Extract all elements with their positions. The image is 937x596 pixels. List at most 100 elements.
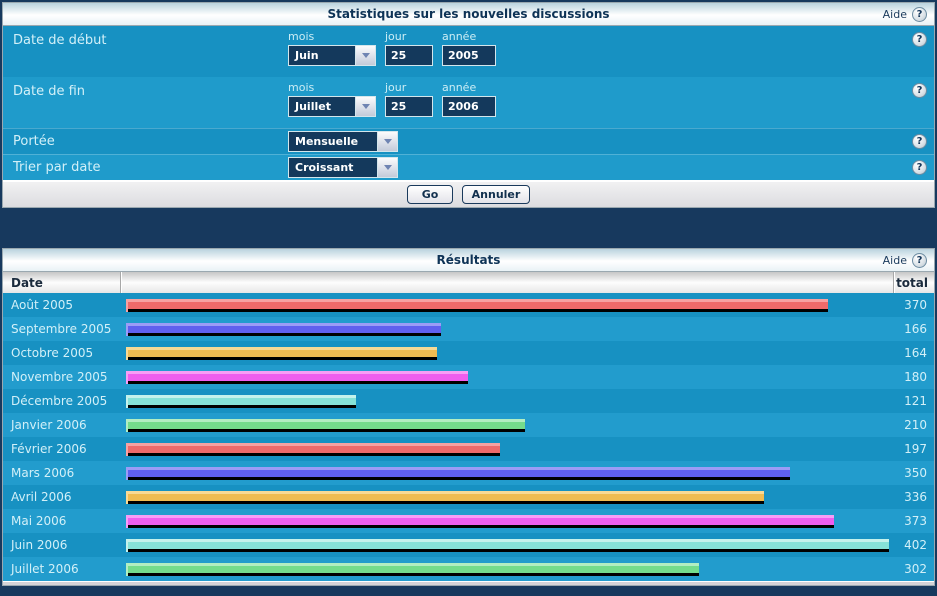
help-icon[interactable]: ? — [912, 160, 927, 175]
row-total: 336 — [889, 490, 934, 504]
panel-gap — [0, 208, 937, 248]
annee-label: année — [442, 81, 496, 94]
column-header-total: total — [894, 276, 934, 290]
row-total: 350 — [889, 466, 934, 480]
mois-label: mois — [288, 30, 376, 43]
row-total: 370 — [889, 298, 934, 312]
table-row: Avril 2006 336 — [3, 485, 934, 509]
go-button[interactable]: Go — [407, 185, 453, 204]
form-aide: Aide ? — [883, 3, 927, 25]
jour-group: jour — [385, 81, 433, 128]
date-debut-mois-value: Juin — [289, 46, 355, 65]
tri-label: Trier par date — [3, 160, 288, 175]
row-total: 373 — [889, 514, 934, 528]
help-icon[interactable]: ? — [912, 32, 927, 47]
annee-group: année — [442, 81, 496, 128]
chevron-down-icon[interactable] — [355, 46, 375, 65]
row-total: 402 — [889, 538, 934, 552]
result-bar — [126, 419, 525, 432]
results-rows: Août 2005 370 Septembre 2005 166 Octobre… — [3, 293, 934, 581]
jour-group: jour — [385, 30, 433, 77]
table-row: Février 2006 197 — [3, 437, 934, 461]
date-debut-jour-input[interactable] — [385, 45, 433, 66]
row-date: Février 2006 — [3, 442, 121, 456]
mois-group: mois Juin — [288, 30, 376, 77]
portee-label: Portée — [3, 134, 288, 149]
result-bar — [126, 515, 834, 528]
table-row: Janvier 2006 210 — [3, 413, 934, 437]
portee-value: Mensuelle — [289, 132, 377, 151]
date-fin-label: Date de fin — [3, 77, 288, 128]
portee-select[interactable]: Mensuelle — [288, 131, 398, 152]
jour-label: jour — [385, 81, 433, 94]
row-total: 180 — [889, 370, 934, 384]
form-aide-label[interactable]: Aide — [883, 8, 907, 21]
result-bar — [126, 395, 356, 408]
row-total: 121 — [889, 394, 934, 408]
row-total: 166 — [889, 322, 934, 336]
result-bar — [126, 347, 437, 360]
results-title: Résultats — [437, 253, 501, 267]
chevron-down-icon[interactable] — [377, 132, 397, 151]
table-row: Novembre 2005 180 — [3, 365, 934, 389]
table-row: Juin 2006 402 — [3, 533, 934, 557]
column-header-bar — [121, 272, 894, 293]
result-bar — [126, 443, 500, 456]
results-titlebar: Résultats Aide ? — [3, 249, 934, 272]
row-date: Octobre 2005 — [3, 346, 121, 360]
table-row: Octobre 2005 164 — [3, 341, 934, 365]
table-row: Décembre 2005 121 — [3, 389, 934, 413]
form-title: Statistiques sur les nouvelles discussio… — [327, 7, 609, 21]
row-date: Avril 2006 — [3, 490, 121, 504]
row-date: Septembre 2005 — [3, 322, 121, 336]
row-total: 197 — [889, 442, 934, 456]
row-total: 302 — [889, 562, 934, 576]
tri-controls: Croissant — [288, 157, 398, 178]
form-row-date-fin: Date de fin mois Juillet jour année ? — [3, 77, 934, 128]
table-row: Mai 2006 373 — [3, 509, 934, 533]
result-bar — [126, 467, 790, 480]
row-date: Novembre 2005 — [3, 370, 121, 384]
help-icon[interactable]: ? — [912, 83, 927, 98]
table-row: Mars 2006 350 — [3, 461, 934, 485]
date-fin-mois-value: Juillet — [289, 97, 355, 116]
table-row: Juillet 2006 302 — [3, 557, 934, 581]
date-debut-label: Date de début — [3, 26, 288, 77]
results-panel: Résultats Aide ? Date total Août 2005 37… — [2, 248, 935, 586]
form-titlebar: Statistiques sur les nouvelles discussio… — [3, 3, 934, 26]
tri-select[interactable]: Croissant — [288, 157, 398, 178]
result-bar — [126, 563, 699, 576]
annee-label: année — [442, 30, 496, 43]
mois-label: mois — [288, 81, 376, 94]
portee-controls: Mensuelle — [288, 131, 398, 152]
help-icon[interactable]: ? — [912, 253, 927, 268]
result-bar — [126, 323, 441, 336]
results-column-header: Date total — [3, 272, 934, 293]
form-row-portee: Portée Mensuelle ? — [3, 128, 934, 154]
date-fin-annee-input[interactable] — [442, 96, 496, 117]
row-date: Juin 2006 — [3, 538, 121, 552]
row-date: Mai 2006 — [3, 514, 121, 528]
form-footer: Go Annuler — [3, 180, 934, 207]
date-debut-controls: mois Juin jour année — [288, 26, 505, 77]
chevron-down-icon[interactable] — [355, 97, 375, 116]
column-header-date: Date — [3, 272, 121, 293]
row-total: 210 — [889, 418, 934, 432]
result-bar — [126, 491, 764, 504]
results-aide: Aide ? — [883, 249, 927, 271]
help-icon[interactable]: ? — [912, 7, 927, 22]
help-icon[interactable]: ? — [912, 134, 927, 149]
annee-group: année — [442, 30, 496, 77]
date-debut-mois-select[interactable]: Juin — [288, 45, 376, 66]
date-fin-jour-input[interactable] — [385, 96, 433, 117]
mois-group: mois Juillet — [288, 81, 376, 128]
date-debut-annee-input[interactable] — [442, 45, 496, 66]
row-total: 164 — [889, 346, 934, 360]
jour-label: jour — [385, 30, 433, 43]
date-fin-mois-select[interactable]: Juillet — [288, 96, 376, 117]
chevron-down-icon[interactable] — [377, 158, 397, 177]
annuler-button[interactable]: Annuler — [462, 185, 530, 204]
results-panel-bottom-edge — [3, 581, 934, 585]
results-aide-label[interactable]: Aide — [883, 254, 907, 267]
date-fin-controls: mois Juillet jour année — [288, 77, 505, 128]
